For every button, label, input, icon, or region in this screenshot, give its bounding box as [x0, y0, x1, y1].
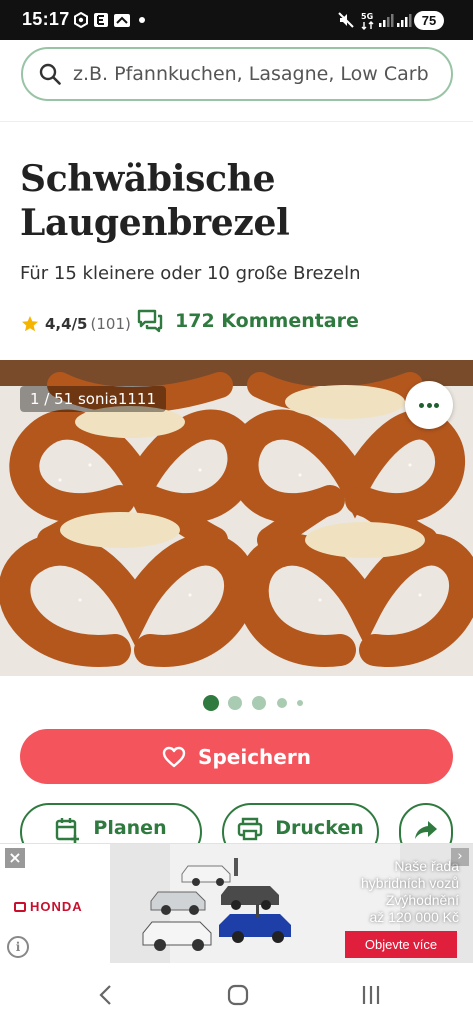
more-icon [434, 403, 439, 408]
recipe-title: Schwäbische Laugenbrezel [20, 158, 290, 244]
ad-brand-panel: × HONDA i [0, 844, 110, 963]
comments-link[interactable]: 172 Kommentare [137, 309, 359, 333]
honda-logo-icon [14, 901, 26, 912]
more-icon [426, 403, 432, 408]
info-icon[interactable]: i [7, 936, 29, 958]
recipe-image[interactable]: 1 / 51 sonia1111 [0, 360, 473, 676]
rating-value: 4,4/5 [45, 315, 88, 333]
ad-line-1: Naše řada [394, 858, 459, 874]
signal-icon-1 [379, 14, 394, 27]
comments-icon [137, 309, 163, 333]
save-button[interactable]: Speichern [20, 729, 453, 784]
ad-line-3: Zvýhodnění [385, 892, 459, 908]
search-input[interactable] [73, 57, 443, 91]
system-navigation-bar [0, 964, 473, 1024]
mute-icon [338, 12, 354, 28]
ad-copy: Naše řada hybridních vozů Zvýhodnění až … [361, 858, 459, 926]
ad-banner[interactable]: × HONDA i Naše řada hybridních vozů Zvýh… [0, 843, 473, 963]
page-dot[interactable] [228, 696, 242, 710]
status-bar: 15:17 5G 75 [0, 0, 473, 40]
notification-app-icon [74, 12, 88, 28]
chevron-right-icon[interactable]: › [451, 848, 469, 866]
heart-icon [162, 746, 186, 767]
notification-e-icon [94, 13, 108, 27]
ad-line-2: hybridních vozů [360, 875, 459, 891]
battery-indicator: 75 [414, 11, 444, 30]
more-options-button[interactable] [405, 381, 453, 429]
notification-stack-icon [114, 14, 130, 27]
comments-label: 172 Kommentare [175, 310, 359, 332]
ad-line-4: až 120 000 Kč [369, 909, 459, 925]
gallery-pagination[interactable] [203, 694, 313, 712]
calendar-icon [56, 818, 80, 843]
more-icon [419, 403, 424, 408]
page-dot[interactable] [277, 698, 287, 708]
print-button-label: Drucken [275, 817, 364, 839]
recipe-subtitle: Für 15 kleinere oder 10 große Brezeln [20, 263, 361, 284]
plan-button-label: Planen [93, 817, 167, 839]
home-icon[interactable] [227, 984, 249, 1006]
close-icon[interactable]: × [5, 848, 25, 868]
search-header [0, 40, 473, 122]
page-dot[interactable] [297, 700, 303, 706]
recents-icon[interactable] [360, 984, 382, 1006]
search-bar[interactable] [21, 47, 453, 101]
rating-count: (101) [90, 315, 131, 333]
status-time: 15:17 [22, 9, 70, 29]
save-button-label: Speichern [198, 744, 311, 769]
image-counter: 1 / 51 sonia1111 [20, 386, 167, 412]
printer-icon [238, 817, 263, 841]
svg-text:5G: 5G [361, 12, 373, 21]
ad-brand-logo: HONDA [14, 899, 83, 914]
search-icon [39, 63, 61, 85]
5g-icon: 5G [361, 12, 374, 30]
ad-brand-name: HONDA [30, 899, 83, 914]
notification-dot [139, 17, 145, 23]
star-icon [22, 316, 38, 332]
page-dot[interactable] [252, 696, 266, 710]
back-icon[interactable] [96, 984, 116, 1006]
page-dot-active[interactable] [203, 695, 219, 711]
signal-icon-2 [397, 14, 412, 27]
rating[interactable]: 4,4/5 (101) [21, 313, 131, 335]
ad-cta-button[interactable]: Objevte více [345, 931, 457, 958]
share-icon [415, 821, 437, 839]
